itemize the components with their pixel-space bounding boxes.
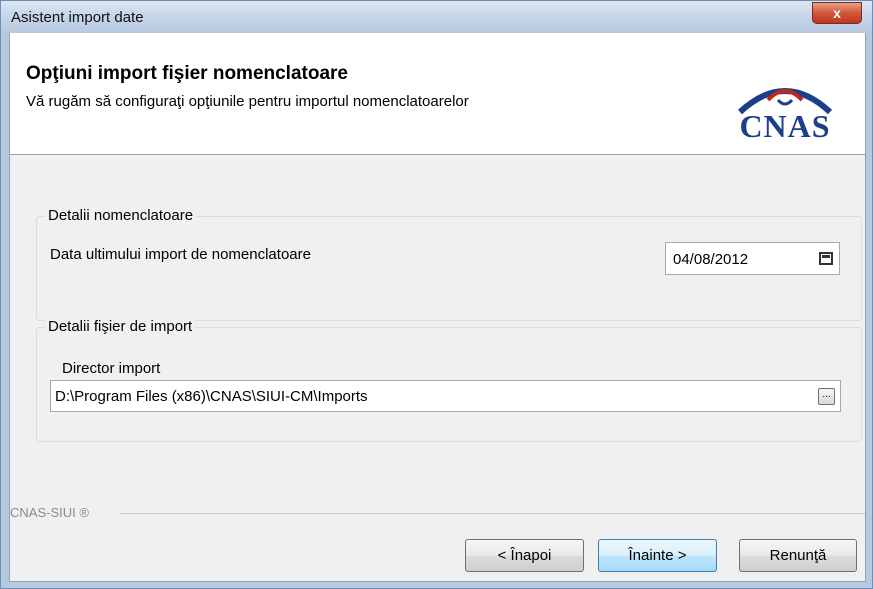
- window-title: Asistent import date: [11, 9, 144, 26]
- import-directory-label: Director import: [62, 360, 161, 377]
- import-directory-field[interactable]: D:\Program Files (x86)\CNAS\SIUI-CM\Impo…: [50, 380, 841, 412]
- cnas-logo: CNAS: [720, 78, 850, 148]
- wizard-header: Opţiuni import fişier nomenclatoare Vă r…: [10, 33, 865, 155]
- footer-brand: CNAS-SIUI ®: [10, 505, 89, 520]
- next-button[interactable]: Înainte >: [598, 539, 717, 572]
- browse-button[interactable]: ...: [818, 388, 835, 405]
- wizard-window: Asistent import date x Opţiuni import fi…: [0, 0, 873, 589]
- nomenclature-details-legend: Detalii nomenclatoare: [45, 207, 197, 224]
- page-subtitle: Vă rugăm să configuraţi opţiunile pentru…: [26, 93, 469, 110]
- footer-divider: [120, 513, 865, 514]
- cancel-button[interactable]: Renunţă: [739, 539, 857, 572]
- back-button[interactable]: < Înapoi: [465, 539, 584, 572]
- import-directory-value[interactable]: D:\Program Files (x86)\CNAS\SIUI-CM\Impo…: [55, 388, 368, 405]
- calendar-icon[interactable]: [819, 252, 833, 265]
- title-bar[interactable]: Asistent import date x: [1, 1, 872, 33]
- cnas-logo-text: CNAS: [739, 108, 831, 144]
- last-import-date-picker[interactable]: 04/08/2012: [665, 242, 840, 275]
- import-file-details-legend: Detalii fişier de import: [45, 318, 196, 335]
- close-button[interactable]: x: [812, 2, 862, 24]
- close-icon: x: [833, 5, 841, 21]
- last-import-date-value[interactable]: 04/08/2012: [673, 251, 748, 268]
- wizard-client-area: Opţiuni import fişier nomenclatoare Vă r…: [9, 33, 866, 582]
- last-import-date-label: Data ultimului import de nomenclatoare: [50, 246, 311, 263]
- page-title: Opţiuni import fişier nomenclatoare: [26, 63, 348, 84]
